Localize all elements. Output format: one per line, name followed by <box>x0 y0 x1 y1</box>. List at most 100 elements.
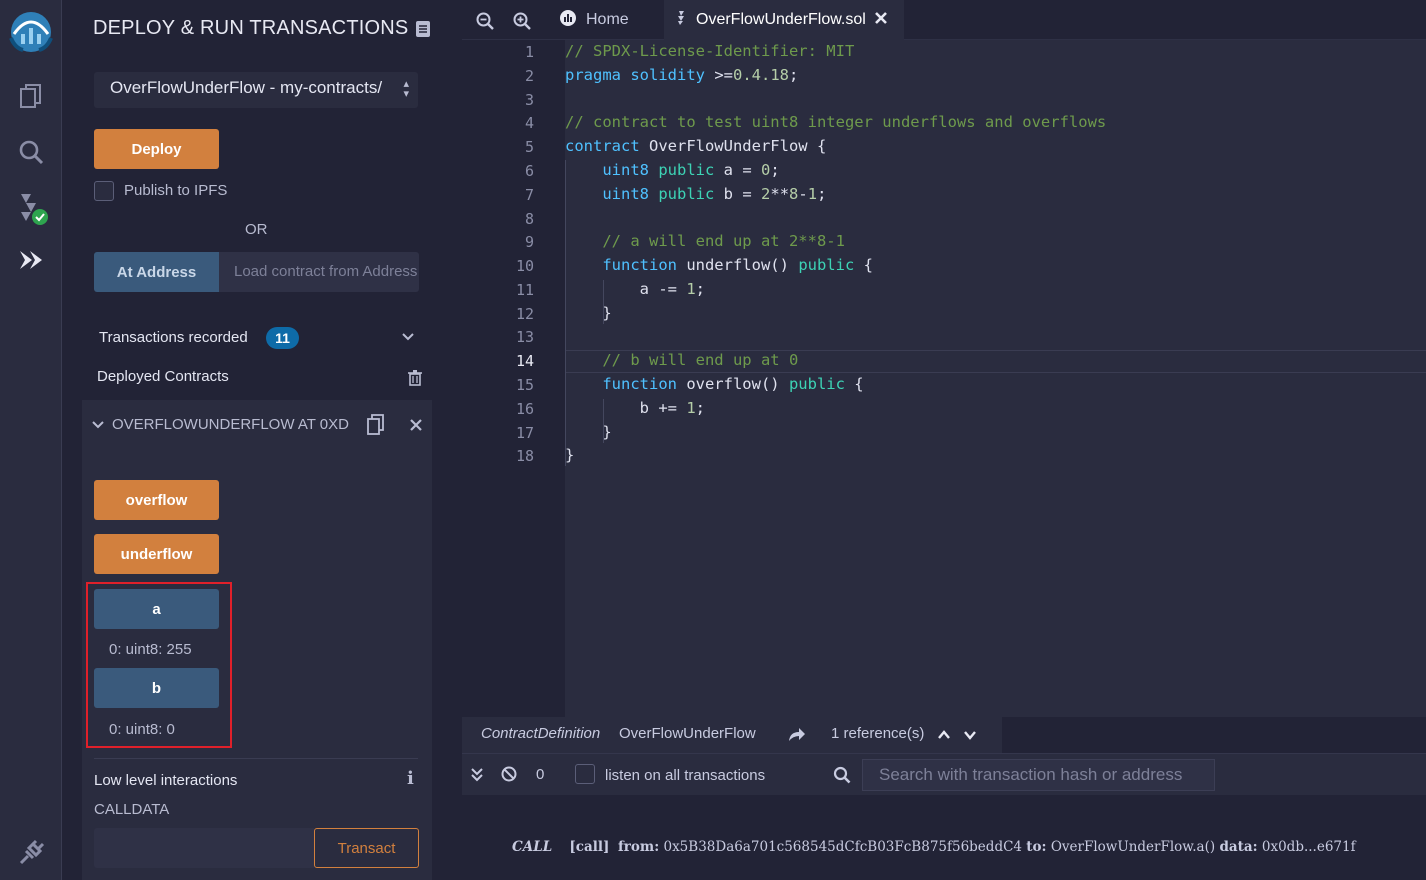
line-number: 11 <box>515 281 534 299</box>
chevron-up-icon[interactable] <box>937 728 951 745</box>
code-line-18: } <box>565 446 575 464</box>
or-label: OR <box>245 221 268 238</box>
zoom-out-icon[interactable] <box>476 12 494 35</box>
code-line-4: // contract to test uint8 integer underf… <box>565 113 1107 131</box>
select-arrows-icon: ▴ ▾ <box>403 78 409 100</box>
line-number: 12 <box>515 305 534 323</box>
info-icon[interactable]: i <box>407 768 414 789</box>
trash-icon[interactable] <box>408 370 422 391</box>
log-data: 0x0db...e671f <box>1261 839 1356 855</box>
log-to: OverFlowUnderFlow.a() <box>1050 839 1216 855</box>
clear-console-icon[interactable] <box>501 766 517 787</box>
close-icon[interactable] <box>410 418 422 436</box>
line-number: 9 <box>524 233 534 251</box>
deployed-contracts-label: Deployed Contracts <box>97 368 229 385</box>
contract-select-value: OverFlowUnderFlow - my-contracts/ <box>110 78 383 97</box>
deploy-run-icon[interactable] <box>0 244 62 276</box>
deploy-button[interactable]: Deploy <box>94 129 219 169</box>
line-number: 2 <box>524 67 534 85</box>
calldata-input[interactable] <box>94 828 314 868</box>
editor-tabs: Home OverFlowUnderFlow.sol <box>462 0 1426 40</box>
ref-kind: ContractDefinition <box>481 725 601 742</box>
file-explorer-icon[interactable] <box>0 80 62 112</box>
terminal-output: CALL [call] from: 0x5B38Da6a701c568545dC… <box>462 795 1426 880</box>
terminal-toolbar: 0 listen on all transactions Search with… <box>462 753 1426 795</box>
tab-file-label: OverFlowUnderFlow.sol <box>696 11 866 28</box>
contract-select[interactable]: OverFlowUnderFlow - my-contracts/ ▴ ▾ <box>94 72 418 108</box>
line-number: 17 <box>515 424 534 442</box>
transactions-count-badge: 11 <box>266 327 299 349</box>
line-number: 5 <box>524 138 534 156</box>
log-to-label: to: <box>1026 839 1047 855</box>
search-icon[interactable] <box>0 136 62 168</box>
tab-overflowunderflow-sol[interactable]: OverFlowUnderFlow.sol <box>664 0 904 40</box>
load-address-input[interactable]: Load contract from Address <box>219 252 419 292</box>
instance-title[interactable]: OVERFLOWUNDERFLOW AT 0XD <box>112 416 349 433</box>
line-number: 7 <box>524 186 534 204</box>
line-gutter: 1 2 3 4 5 6 7 8 9 10 11 12 13 14 15 16 1… <box>462 40 565 717</box>
log-type: CALL <box>512 839 553 855</box>
reference-bar: ContractDefinition OverFlowUnderFlow 1 r… <box>462 717 1002 753</box>
code-line-1: // SPDX-License-Identifier: MIT <box>565 42 855 60</box>
terminal-log-entry[interactable]: CALL [call] from: 0x5B38Da6a701c568545dC… <box>512 839 1356 855</box>
line-number: 15 <box>515 376 534 394</box>
ref-name[interactable]: OverFlowUnderFlow <box>619 725 756 742</box>
plugin-manager-icon[interactable] <box>0 836 62 870</box>
solidity-file-icon <box>676 10 686 31</box>
home-icon <box>558 9 578 32</box>
pending-tx-count: 0 <box>536 766 545 783</box>
highlight-box <box>86 582 232 748</box>
goto-definition-icon[interactable] <box>788 726 806 746</box>
panel-title: DEPLOY & RUN TRANSACTIONS <box>93 17 409 39</box>
code-line-15: function overflow() public { <box>602 375 864 393</box>
tab-home-label: Home <box>586 11 629 28</box>
zoom-in-icon[interactable] <box>513 12 531 35</box>
chevron-down-icon[interactable] <box>401 330 415 349</box>
chevron-down-icon[interactable] <box>91 418 105 437</box>
log-from-label: from: <box>617 839 660 855</box>
divider <box>94 758 418 759</box>
listen-all-checkbox[interactable] <box>575 764 595 784</box>
tx-search-input[interactable]: Search with transaction hash or address <box>862 759 1215 791</box>
code-line-9: // a will end up at 2**8-1 <box>602 232 845 250</box>
line-number: 18 <box>515 447 534 465</box>
overflow-button[interactable]: overflow <box>94 480 219 520</box>
code-editor[interactable]: 1 2 3 4 5 6 7 8 9 10 11 12 13 14 15 16 1… <box>462 40 1426 717</box>
code-line-11: a -= 1; <box>565 280 706 298</box>
solidity-compiler-icon[interactable] <box>0 190 62 228</box>
log-from: 0x5B38Da6a701c568545dCfcB03FcB875f56bedd… <box>663 839 1022 855</box>
line-number: 6 <box>524 162 534 180</box>
log-call: [call] <box>569 839 610 855</box>
code-line-17: } <box>565 423 612 441</box>
line-number: 16 <box>515 400 534 418</box>
line-number: 8 <box>524 210 534 228</box>
references-count: 1 reference(s) <box>831 725 925 742</box>
transact-button[interactable]: Transact <box>314 828 419 868</box>
listen-all-label: listen on all transactions <box>605 767 766 784</box>
transactions-recorded-label[interactable]: Transactions recorded <box>99 329 248 346</box>
code-line-6: uint8 public a = 0; <box>602 161 780 179</box>
publish-ipfs-checkbox[interactable] <box>94 181 114 201</box>
code-line-16: b += 1; <box>565 399 706 417</box>
low-level-label: Low level interactions <box>94 772 238 789</box>
code-line-7: uint8 public b = 2**8-1; <box>602 185 827 203</box>
calldata-label: CALLDATA <box>94 801 170 818</box>
collapse-terminal-icon[interactable] <box>471 768 483 787</box>
code-line-12: } <box>565 304 612 322</box>
line-number: 10 <box>515 257 534 275</box>
at-address-button[interactable]: At Address <box>94 252 219 292</box>
line-number: 4 <box>524 114 534 132</box>
remix-logo-icon[interactable] <box>0 8 62 54</box>
line-number: 13 <box>515 328 534 346</box>
tab-home[interactable]: Home <box>554 0 662 40</box>
code-line-14: // b will end up at 0 <box>602 351 799 369</box>
line-number: 1 <box>524 43 534 61</box>
docs-icon[interactable] <box>415 20 431 43</box>
icon-rail <box>0 0 62 880</box>
copy-icon[interactable] <box>367 414 385 441</box>
underflow-button[interactable]: underflow <box>94 534 219 574</box>
chevron-down-icon[interactable] <box>963 728 977 745</box>
code-line-10: function underflow() public { <box>602 256 873 274</box>
deploy-run-panel: DEPLOY & RUN TRANSACTIONS OverFlowUnderF… <box>63 0 519 880</box>
close-tab-icon[interactable] <box>874 11 888 30</box>
